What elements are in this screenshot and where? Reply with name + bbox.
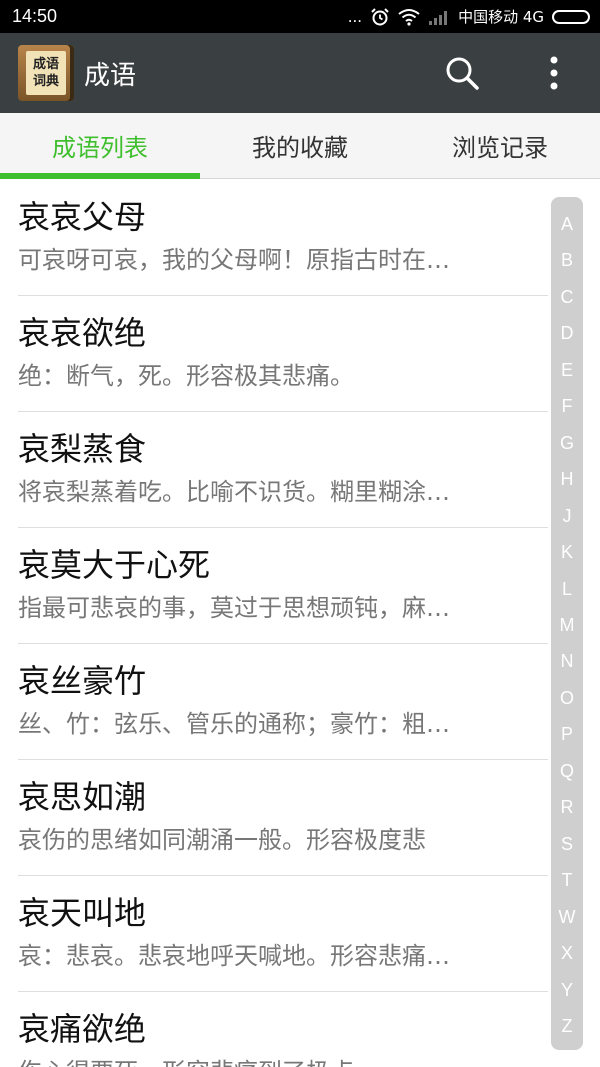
idiom-description: 绝：断气，死。形容极其悲痛。 — [18, 362, 354, 390]
list-item[interactable]: 哀丝豪竹 丝、竹：弦乐、管乐的通称；豪竹：粗… — [0, 644, 600, 760]
index-letter-l[interactable]: L — [562, 579, 572, 599]
index-letter-b[interactable]: B — [561, 250, 573, 270]
idiom-title: 哀天叫地 — [18, 894, 147, 932]
logo-text-line2: 词典 — [32, 74, 59, 89]
index-letter-n[interactable]: N — [561, 651, 574, 671]
wifi-icon — [398, 8, 420, 26]
index-letter-d[interactable]: D — [561, 323, 574, 343]
status-icons: ... 中国移动 4G — [348, 6, 590, 27]
carrier-label: 中国移动 4G — [458, 8, 544, 26]
index-letter-o[interactable]: O — [560, 688, 574, 708]
status-time: 14:50 — [12, 6, 58, 26]
list-item[interactable]: 哀痛欲绝 伤心得要死。形容悲痛到了极点。 — [0, 992, 600, 1067]
index-letter-e[interactable]: E — [561, 360, 573, 380]
idiom-description: 将哀梨蒸着吃。比喻不识货。糊里糊涂… — [18, 478, 450, 506]
tab-label: 成语列表 — [52, 134, 148, 162]
status-bar: 14:50 ... 中国移动 4G — [0, 0, 600, 33]
list-item[interactable]: 哀思如潮 哀伤的思绪如同潮涌一般。形容极度悲 — [0, 760, 600, 876]
idiom-description: 可哀呀可哀，我的父母啊！原指古时在… — [18, 246, 450, 274]
signal-icon — [428, 9, 450, 25]
idiom-description: 哀：悲哀。悲哀地呼天喊地。形容悲痛… — [18, 942, 450, 970]
idiom-title: 哀痛欲绝 — [18, 1010, 147, 1048]
list-item[interactable]: 哀莫大于心死 指最可悲哀的事，莫过于思想顽钝，麻… — [0, 528, 600, 644]
idiom-description: 伤心得要死。形容悲痛到了极点。 — [18, 1052, 548, 1067]
search-icon — [446, 57, 479, 90]
idiom-description: 丝、竹：弦乐、管乐的通称；豪竹：粗… — [18, 710, 450, 738]
app-bar: 成语 词典 成语 — [0, 33, 600, 113]
list-item[interactable]: 哀哀欲绝 绝：断气，死。形容极其悲痛。 — [0, 296, 600, 412]
index-letter-t[interactable]: T — [562, 870, 573, 890]
more-options-button[interactable] — [526, 45, 582, 101]
tab-label: 我的收藏 — [252, 134, 348, 162]
app-title: 成语 — [84, 60, 137, 91]
tab-idiom-list[interactable]: 成语列表 — [0, 113, 200, 179]
index-letter-c[interactable]: C — [561, 287, 574, 307]
index-letter-x[interactable]: X — [561, 943, 573, 963]
idiom-list[interactable]: 哀哀父母 可哀呀可哀，我的父母啊！原指古时在… 哀哀欲绝 绝：断气，死。形容极其… — [0, 180, 600, 1067]
alarm-icon — [370, 7, 390, 27]
tab-bar: 成语列表 我的收藏 浏览记录 — [0, 113, 600, 179]
idiom-description: 哀伤的思绪如同潮涌一般。形容极度悲 — [18, 826, 426, 854]
more-vertical-icon — [550, 56, 558, 90]
app-logo: 成语 词典 — [18, 45, 74, 101]
alphabet-index-scrollbar[interactable]: ABCDEFGHJKLMNOPQRSTWXYZ — [551, 197, 583, 1050]
logo-text-line1: 成语 — [32, 57, 59, 72]
idiom-description: 指最可悲哀的事，莫过于思想顽钝，麻… — [18, 594, 450, 622]
index-letter-s[interactable]: S — [561, 834, 573, 854]
idiom-title: 哀哀父母 — [18, 198, 147, 236]
idiom-title: 哀莫大于心死 — [18, 546, 211, 584]
index-letter-a[interactable]: A — [561, 214, 573, 234]
idiom-title: 哀丝豪竹 — [18, 662, 147, 700]
idiom-title: 哀思如潮 — [18, 778, 147, 816]
index-letter-q[interactable]: Q — [560, 761, 574, 781]
index-letter-j[interactable]: J — [563, 506, 572, 526]
index-letter-y[interactable]: Y — [561, 980, 573, 1000]
index-letter-m[interactable]: M — [560, 615, 575, 635]
idiom-title: 哀哀欲绝 — [18, 314, 147, 352]
index-letter-r[interactable]: R — [561, 797, 574, 817]
search-button[interactable] — [434, 45, 490, 101]
index-letter-g[interactable]: G — [560, 433, 574, 453]
list-item[interactable]: 哀天叫地 哀：悲哀。悲哀地呼天喊地。形容悲痛… — [0, 876, 600, 992]
battery-icon — [552, 9, 590, 24]
index-letter-z[interactable]: Z — [562, 1016, 573, 1036]
index-letter-w[interactable]: W — [559, 907, 576, 927]
idiom-title: 哀梨蒸食 — [18, 430, 147, 468]
index-letter-p[interactable]: P — [561, 724, 573, 744]
tab-favorites[interactable]: 我的收藏 — [200, 113, 400, 178]
list-item[interactable]: 哀梨蒸食 将哀梨蒸着吃。比喻不识货。糊里糊涂… — [0, 412, 600, 528]
tab-history[interactable]: 浏览记录 — [400, 113, 600, 178]
tab-label: 浏览记录 — [452, 134, 548, 162]
index-letter-k[interactable]: K — [561, 542, 573, 562]
list-item[interactable]: 哀哀父母 可哀呀可哀，我的父母啊！原指古时在… — [0, 180, 600, 296]
notification-dots: ... — [347, 7, 363, 26]
index-letter-h[interactable]: H — [561, 469, 574, 489]
logo-label: 成语 词典 — [26, 51, 66, 95]
index-letter-f[interactable]: F — [562, 396, 573, 416]
